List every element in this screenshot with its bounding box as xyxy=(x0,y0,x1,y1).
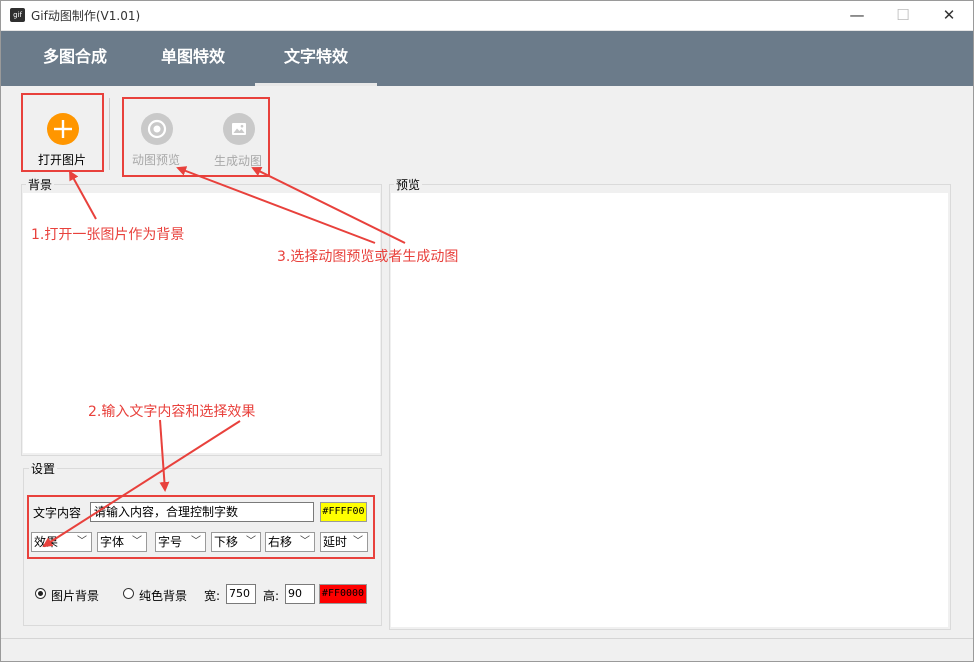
annotation-step3: 3.选择动图预览或者生成动图 xyxy=(277,249,459,265)
annotation-step2: 2.输入文字内容和选择效果 xyxy=(88,404,256,420)
annotation-step1: 1.打开一张图片作为背景 xyxy=(31,227,185,243)
preview-group-label: 预览 xyxy=(394,176,423,193)
maximize-button[interactable]: ☐ xyxy=(880,0,926,30)
height-input[interactable]: 90 xyxy=(285,584,315,604)
image-background-label[interactable]: 图片背景 xyxy=(51,587,99,604)
toolbar-divider xyxy=(109,98,110,170)
tab-text-effect[interactable]: 文字特效 xyxy=(255,31,377,83)
minimize-button[interactable]: — xyxy=(834,0,880,30)
height-label: 高: xyxy=(263,589,280,603)
background-group-label: 背景 xyxy=(26,176,55,193)
tab-single-image[interactable]: 单图特效 xyxy=(138,31,248,83)
app-icon: gif xyxy=(10,8,25,22)
solid-background-radio[interactable] xyxy=(123,588,134,599)
status-bar xyxy=(1,638,973,661)
width-input[interactable]: 750 xyxy=(226,584,256,604)
width-label: 宽: xyxy=(204,589,221,603)
annotation-box-preview-generate xyxy=(122,97,270,177)
tab-selected-indicator xyxy=(255,83,377,86)
solid-background-label[interactable]: 纯色背景 xyxy=(139,587,187,604)
close-button[interactable]: ✕ xyxy=(926,0,972,30)
preview-canvas xyxy=(391,193,948,627)
title-bar xyxy=(0,0,974,31)
tab-multi-image[interactable]: 多图合成 xyxy=(20,31,130,83)
annotation-box-open xyxy=(21,93,104,172)
settings-group-label: 设置 xyxy=(29,460,58,477)
window-title: Gif动图制作(V1.01) xyxy=(31,9,141,23)
background-color-button[interactable]: #FF0000 xyxy=(319,584,367,604)
image-background-radio[interactable] xyxy=(35,588,46,599)
annotation-box-settings xyxy=(27,495,375,559)
